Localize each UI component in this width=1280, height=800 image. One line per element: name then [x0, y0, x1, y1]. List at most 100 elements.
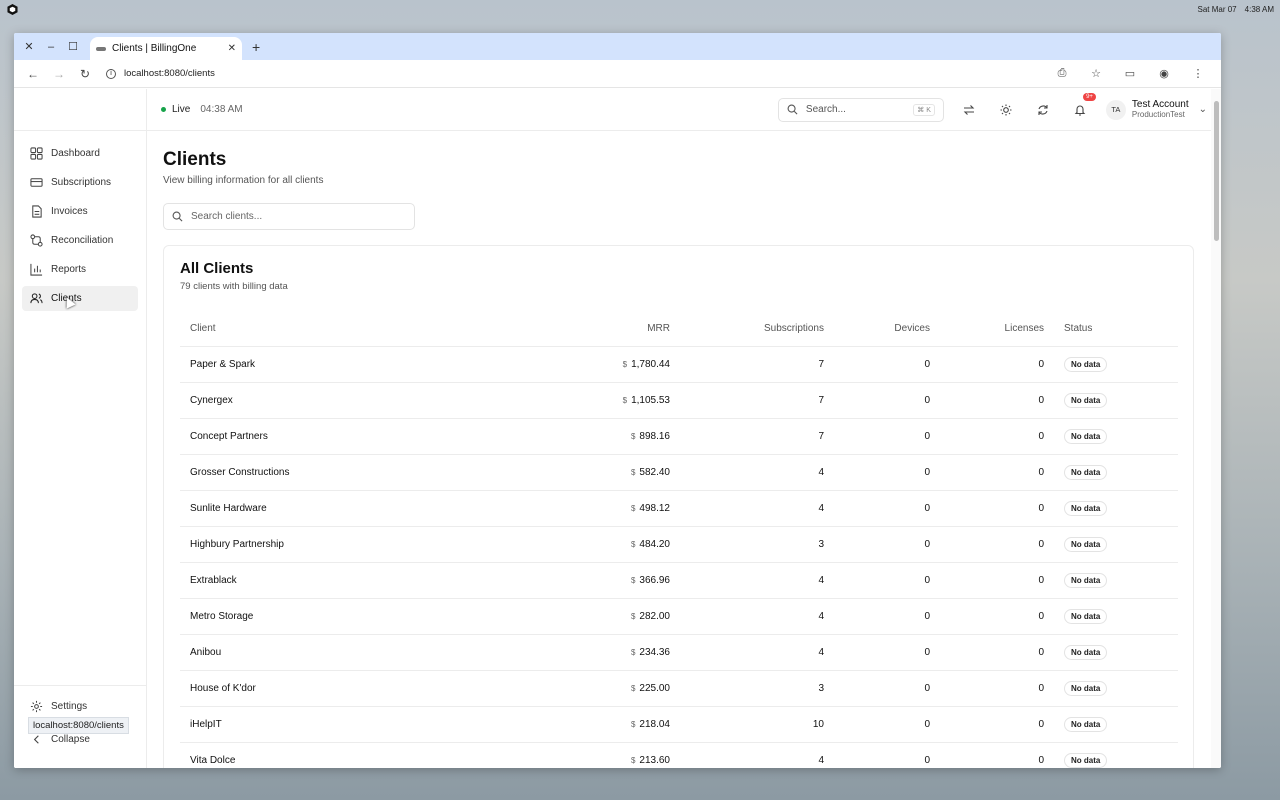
header-client[interactable]: Client	[180, 312, 480, 347]
client-search-input[interactable]: Search clients...	[163, 203, 415, 230]
browser-menu-icon[interactable]: ⋮	[1187, 63, 1209, 85]
client-name[interactable]: iHelpIT	[180, 706, 480, 743]
reload-icon[interactable]: ↻	[74, 63, 96, 85]
header-subscriptions[interactable]: Subscriptions	[680, 312, 834, 347]
forward-icon[interactable]: →	[48, 63, 70, 85]
live-indicator: Live 04:38 AM	[161, 104, 243, 115]
sidebar-item-settings[interactable]: Settings	[22, 694, 138, 719]
table-row[interactable]: Highbury Partnership $484.20 3 0 0 No data	[180, 526, 1178, 563]
client-name[interactable]: Sunlite Hardware	[180, 490, 480, 527]
client-name[interactable]: Vita Dolce	[180, 742, 480, 768]
tab-bar: ✕ – ☐ Clients | BillingOne ✕ +	[14, 33, 1221, 60]
client-devices: 0	[834, 346, 940, 383]
client-mrr: $484.20	[480, 526, 680, 563]
table-row[interactable]: iHelpIT $218.04 10 0 0 No data	[180, 706, 1178, 743]
minimize-window-icon[interactable]: –	[40, 36, 62, 58]
new-tab-icon[interactable]: +	[252, 39, 260, 55]
client-name[interactable]: Cynergex	[180, 382, 480, 419]
client-name[interactable]: House of K'dor	[180, 670, 480, 707]
site-info-icon[interactable]: i	[106, 68, 116, 79]
client-devices: 0	[834, 454, 940, 491]
sidebar-item-invoices[interactable]: Invoices	[22, 199, 138, 224]
header-devices[interactable]: Devices	[834, 312, 940, 347]
profile-icon[interactable]: ◉	[1153, 63, 1175, 85]
currency-symbol: $	[630, 431, 636, 441]
header-mrr[interactable]: MRR	[480, 312, 680, 347]
client-name[interactable]: Anibou	[180, 634, 480, 671]
header-status[interactable]: Status	[1054, 312, 1178, 347]
address-bar: ← → ↻ i localhost:8080/clients ⎙ ☆ ▭ ◉ ⋮	[14, 60, 1221, 88]
table-row[interactable]: Anibou $234.36 4 0 0 No data	[180, 634, 1178, 671]
account-subtitle: ProductionTest	[1131, 110, 1185, 119]
client-name[interactable]: Grosser Constructions	[180, 454, 480, 491]
client-mrr: $1,780.44	[480, 346, 680, 383]
client-mrr: $582.40	[480, 454, 680, 491]
search-shortcut: ⌘ K	[913, 103, 935, 116]
client-subscriptions: 4	[680, 562, 834, 599]
bookmark-star-icon[interactable]: ☆	[1085, 63, 1107, 85]
table-row[interactable]: Sunlite Hardware $498.12 4 0 0 No data	[180, 490, 1178, 527]
browser-tab[interactable]: Clients | BillingOne ✕	[90, 37, 242, 60]
mrr-value: 582.40	[639, 466, 670, 478]
client-name[interactable]: Highbury Partnership	[180, 526, 480, 563]
client-name[interactable]: Concept Partners	[180, 418, 480, 455]
os-top-bar: Sat Mar 07 4:38 AM	[0, 0, 1280, 18]
client-name[interactable]: Paper & Spark	[180, 346, 480, 383]
table-row[interactable]: Cynergex $1,105.53 7 0 0 No data	[180, 382, 1178, 419]
header-licenses[interactable]: Licenses	[940, 312, 1054, 347]
global-search-input[interactable]: Search... ⌘ K	[777, 97, 944, 122]
chevron-left-icon	[33, 735, 39, 744]
close-tab-icon[interactable]: ✕	[228, 43, 236, 54]
client-licenses: 0	[940, 346, 1054, 383]
install-app-icon[interactable]: ⎙	[1051, 63, 1073, 85]
table-row[interactable]: Grosser Constructions $582.40 4 0 0 No data	[180, 454, 1178, 491]
url-field[interactable]: i localhost:8080/clients	[100, 63, 1047, 85]
sidebar-item-reports[interactable]: Reports	[22, 257, 138, 282]
client-licenses: 0	[940, 634, 1054, 671]
scrollbar-thumb[interactable]	[1214, 101, 1219, 241]
maximize-window-icon[interactable]: ☐	[62, 36, 84, 58]
client-subscriptions: 7	[680, 382, 834, 419]
document-icon	[32, 205, 42, 218]
table-row[interactable]: Concept Partners $898.16 7 0 0 No data	[180, 418, 1178, 455]
client-subscriptions: 7	[680, 418, 834, 455]
card-title: All Clients	[180, 260, 254, 277]
table-row[interactable]: House of K'dor $225.00 3 0 0 No data	[180, 670, 1178, 707]
status-badge: No data	[1064, 680, 1108, 696]
client-licenses: 0	[940, 706, 1054, 743]
table-row[interactable]: Vita Dolce $213.60 4 0 0 No data	[180, 742, 1178, 768]
os-logo-icon[interactable]	[6, 3, 18, 15]
browser-window: ✕ – ☐ Clients | BillingOne ✕ + ← → ↻ i l…	[14, 33, 1221, 768]
side-panel-icon[interactable]: ▭	[1119, 63, 1141, 85]
sidebar-item-dashboard[interactable]: Dashboard	[22, 141, 138, 166]
page-content: Clients View billing information for all…	[147, 131, 1221, 768]
status-badge: No data	[1064, 536, 1108, 552]
currency-symbol: $	[630, 683, 636, 693]
switch-icon[interactable]	[958, 98, 981, 121]
page-scrollbar[interactable]	[1211, 89, 1221, 768]
theme-toggle-icon[interactable]	[995, 98, 1018, 121]
notifications-bell-icon[interactable]: 9+	[1069, 93, 1096, 121]
back-icon[interactable]: ←	[22, 63, 44, 85]
client-name[interactable]: Extrablack	[180, 562, 480, 599]
currency-symbol: $	[630, 503, 636, 513]
sidebar-item-clients[interactable]: Clients	[22, 286, 138, 311]
client-name[interactable]: Metro Storage	[180, 598, 480, 635]
status-badge: No data	[1064, 464, 1108, 480]
sidebar-item-reconciliation[interactable]: Reconciliation	[22, 228, 138, 253]
clients-table: Client MRR Subscriptions Devices License…	[180, 312, 1178, 768]
table-row[interactable]: Paper & Spark $1,780.44 7 0 0 No data	[180, 346, 1178, 383]
close-window-icon[interactable]: ✕	[18, 36, 40, 58]
users-icon	[30, 293, 43, 304]
all-clients-card: All Clients 79 clients with billing data…	[163, 245, 1194, 768]
client-devices: 0	[834, 382, 940, 419]
client-status: No data	[1054, 526, 1178, 563]
client-devices: 0	[834, 490, 940, 527]
refresh-icon[interactable]	[1032, 98, 1055, 121]
client-subscriptions: 4	[680, 454, 834, 491]
client-mrr: $213.60	[480, 742, 680, 768]
sidebar-item-subscriptions[interactable]: Subscriptions	[22, 170, 138, 195]
table-row[interactable]: Metro Storage $282.00 4 0 0 No data	[180, 598, 1178, 635]
table-row[interactable]: Extrablack $366.96 4 0 0 No data	[180, 562, 1178, 599]
account-menu[interactable]: TA Test Account ProductionTest ⌄	[1105, 99, 1207, 120]
